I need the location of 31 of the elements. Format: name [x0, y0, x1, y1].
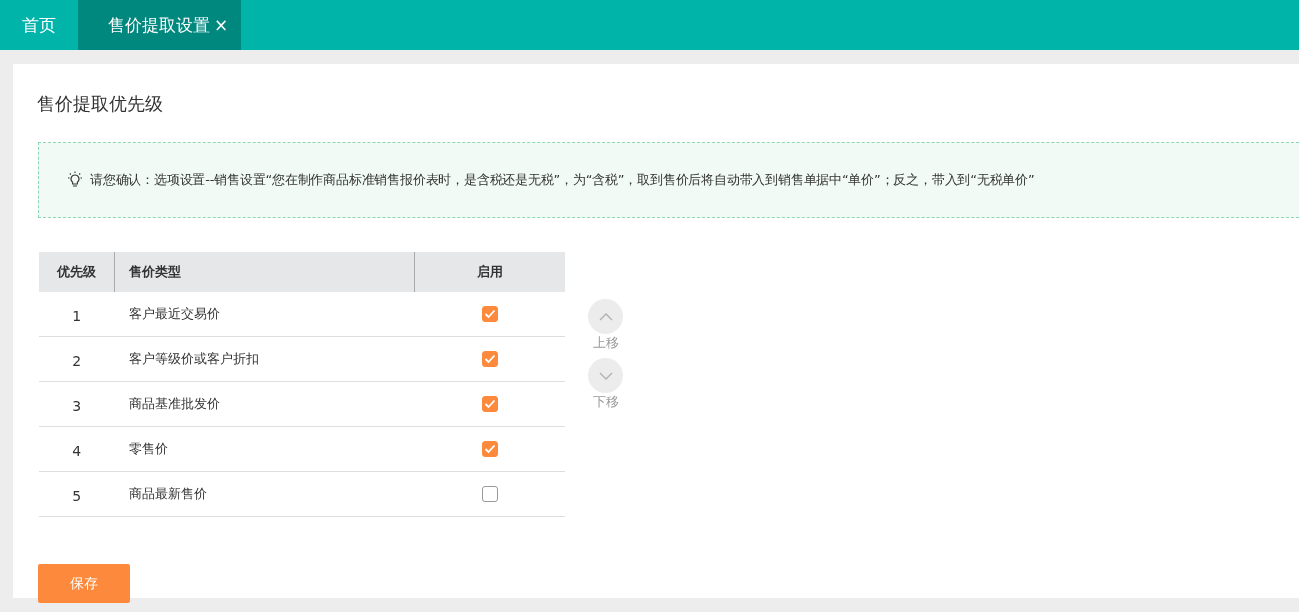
column-header: 启用	[414, 252, 565, 292]
move-button[interactable]	[588, 299, 623, 334]
checkbox[interactable]	[481, 351, 498, 368]
move-label: 上移	[592, 334, 619, 352]
save-button[interactable]: 保存	[38, 564, 130, 603]
tab[interactable]: 首页	[0, 0, 78, 50]
table-cell: 2	[39, 336, 115, 382]
notice-text: 请您确认：选项设置--销售设置“您在制作商品标准销售报价表时，是含税还是无税”，为“含税”，取到售价后将自动带入到销售单据中“单价”；反之，带入到“无税单价”	[90, 171, 1035, 189]
table-cell: 客户等级价或客户折扣	[114, 336, 415, 382]
tab[interactable]: 售价提取设置 ×	[78, 0, 242, 50]
checkbox[interactable]	[481, 306, 498, 323]
close-icon[interactable]: ×	[214, 15, 229, 35]
checkbox[interactable]	[481, 486, 498, 503]
table-cell: 5	[39, 471, 115, 517]
chevron-up-icon	[597, 311, 614, 322]
table-cell: 商品基准批发价	[114, 381, 415, 427]
checkbox[interactable]	[481, 441, 498, 458]
column-header: 优先级	[39, 252, 115, 292]
chevron-down-icon	[597, 370, 614, 381]
table-cell: 1	[39, 292, 115, 337]
lightbulb-icon	[66, 171, 84, 189]
checkbox[interactable]	[481, 396, 498, 413]
table-cell: 4	[39, 426, 115, 472]
column-header: 售价类型	[114, 252, 415, 292]
move-label: 下移	[592, 393, 619, 411]
table-cell: 商品最新售价	[114, 471, 415, 517]
table-cell: 客户最近交易价	[114, 292, 415, 337]
table-cell: 零售价	[114, 426, 415, 472]
page-title: 售价提取优先级	[37, 92, 164, 116]
table-cell: 3	[39, 381, 115, 427]
move-button[interactable]	[588, 358, 623, 393]
